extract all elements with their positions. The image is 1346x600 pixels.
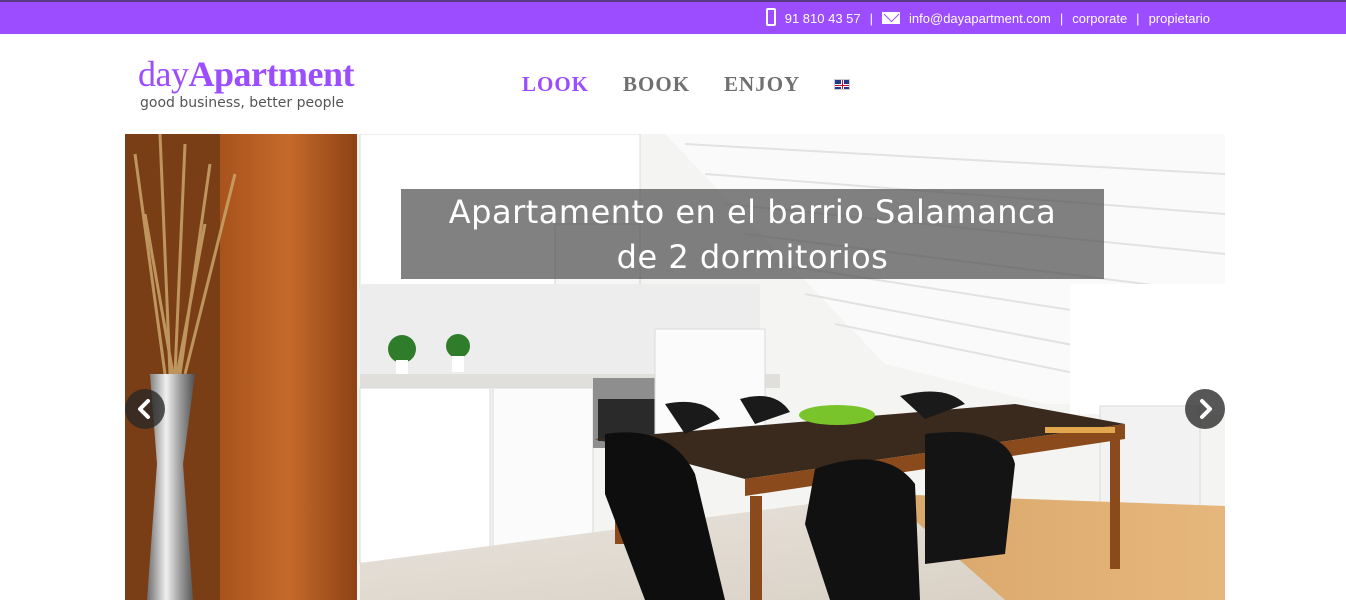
chevron-left-icon xyxy=(138,399,150,419)
top-bar: 91 810 43 57 | info@dayapartment.com | c… xyxy=(0,0,1346,34)
nav-book[interactable]: BOOK xyxy=(623,72,690,97)
separator: | xyxy=(869,10,874,26)
separator: | xyxy=(1059,10,1064,26)
slide-caption: Apartamento en el barrio Salamanca de 2 … xyxy=(401,189,1104,279)
slider-next-button[interactable] xyxy=(1185,389,1225,429)
logo-tagline: good business, better people xyxy=(140,95,345,111)
email-link[interactable]: info@dayapartment.com xyxy=(909,11,1051,26)
propietario-link[interactable]: propietario xyxy=(1149,11,1210,26)
uk-flag-icon[interactable] xyxy=(834,79,851,90)
caption-line-1: Apartamento en el barrio Salamanca xyxy=(448,193,1057,231)
phone-number[interactable]: 91 810 43 57 xyxy=(785,11,861,26)
site-logo[interactable]: dayApartment good business, better peopl… xyxy=(138,54,354,111)
image-slider: Apartamento en el barrio Salamanca de 2 … xyxy=(125,134,1225,600)
main-nav: LOOK BOOK ENJOY xyxy=(522,72,851,97)
logo-name: Apartment xyxy=(188,54,354,94)
nav-enjoy[interactable]: ENJOY xyxy=(724,72,800,97)
caption-line-2: de 2 dormitorios xyxy=(616,238,889,276)
phone-icon xyxy=(765,8,776,26)
slider-prev-button[interactable] xyxy=(125,389,165,429)
envelope-icon xyxy=(882,12,901,24)
separator: | xyxy=(1136,10,1140,26)
contact-bar: 91 810 43 57 | info@dayapartment.com | c… xyxy=(765,2,1210,34)
corporate-link[interactable]: corporate xyxy=(1072,11,1127,26)
logo-prefix: day xyxy=(138,54,189,94)
nav-look[interactable]: LOOK xyxy=(522,72,589,97)
chevron-right-icon xyxy=(1200,399,1212,419)
logo-wordmark: dayApartment xyxy=(138,54,354,94)
